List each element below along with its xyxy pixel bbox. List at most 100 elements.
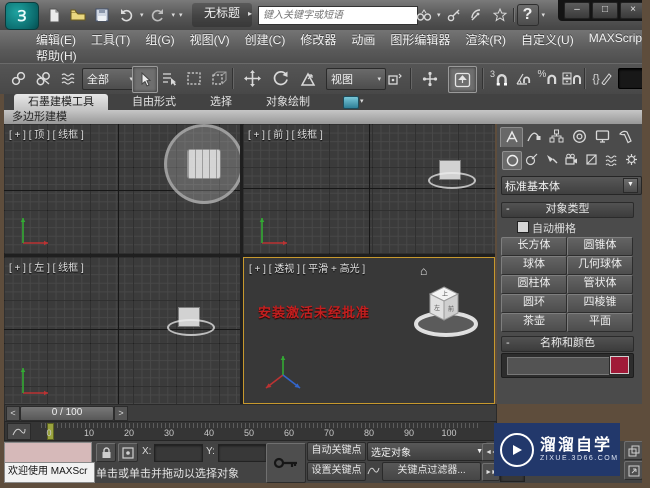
selection-lock-toggle[interactable]	[96, 443, 116, 462]
tube-button[interactable]: 管状体	[567, 275, 633, 294]
viewcube-3d[interactable]: 上 左 前	[422, 284, 466, 328]
open-mini-curve-editor-button[interactable]	[7, 423, 31, 440]
y-coordinate-field[interactable]	[218, 444, 267, 462]
absolute-offset-mode-toggle[interactable]	[118, 443, 138, 462]
menu-create[interactable]: 创建(C)	[245, 31, 286, 48]
maximize-viewport-toggle-button[interactable]	[624, 461, 643, 480]
geosphere-button[interactable]: 几何球体	[567, 256, 633, 275]
app-logo-3dsmax[interactable]: Ɜ	[5, 2, 39, 30]
save-file-button[interactable]	[92, 5, 112, 25]
viewport-front-label[interactable]: [ + ] [ 前 ] [ 线框 ]	[248, 126, 323, 141]
menu-edit[interactable]: 编辑(E)	[36, 31, 76, 48]
key-filters-button[interactable]: 关键点过滤器...	[382, 462, 481, 481]
minimize-button[interactable]: –	[564, 2, 590, 19]
object-type-rollout-header[interactable]: - 对象类型	[501, 202, 634, 218]
viewport-perspective[interactable]: [ + ] [ 透视 ] [ 平滑 + 高光 ] ⌂ 安装激活未经批准 上 左 …	[243, 257, 495, 404]
menu-tools[interactable]: 工具(T)	[91, 31, 130, 48]
help-button[interactable]: ?	[516, 4, 539, 26]
select-and-scale-button[interactable]	[296, 66, 320, 91]
search-binoculars-icon[interactable]	[414, 5, 434, 25]
category-space-warps[interactable]	[602, 151, 620, 168]
viewport-left-label[interactable]: [ + ] [ 左 ] [ 线框 ]	[9, 259, 84, 274]
viewcube-top-view[interactable]	[164, 124, 240, 204]
maxscript-listener-welcome[interactable]: 欢迎使用 MAXScr	[4, 462, 95, 483]
menu-rendering[interactable]: 渲染(R)	[465, 31, 506, 48]
cone-button[interactable]: 圆锥体	[567, 237, 633, 256]
qat-overflow-arrow[interactable]: ▾	[179, 11, 183, 19]
maximize-button[interactable]: □	[592, 2, 618, 19]
key-mode-curve-icon[interactable]	[367, 464, 380, 476]
new-file-button[interactable]	[44, 5, 64, 25]
menu-group[interactable]: 组(G)	[145, 31, 174, 48]
window-crossing-button[interactable]	[207, 66, 231, 91]
next-frame-button[interactable]: >	[114, 406, 128, 421]
autogrid-checkbox[interactable]	[517, 221, 529, 233]
object-color-swatch[interactable]	[610, 356, 629, 374]
set-keys-button[interactable]	[266, 443, 306, 483]
redo-dropdown-arrow[interactable]: ▾	[172, 11, 176, 19]
menu-animation[interactable]: 动画	[351, 31, 375, 48]
cylinder-button[interactable]: 圆柱体	[501, 275, 567, 294]
menu-modifiers[interactable]: 修改器	[300, 31, 336, 48]
track-bar[interactable]: 0 10 20 30 40 50 60 70 80 90 100	[4, 421, 497, 441]
viewcube-face[interactable]	[187, 149, 221, 179]
subscription-key-icon[interactable]	[444, 5, 464, 25]
autogrid-label[interactable]: 自动栅格	[532, 220, 576, 236]
tab-hierarchy[interactable]	[546, 127, 567, 146]
redo-button[interactable]	[148, 5, 168, 25]
select-and-manipulate-button[interactable]	[418, 66, 442, 91]
search-dropdown-arrow[interactable]: ▾	[437, 11, 441, 19]
tab-utilities[interactable]	[615, 127, 636, 146]
tab-motion[interactable]	[569, 127, 590, 146]
box-button[interactable]: 长方体	[501, 237, 567, 256]
bind-to-space-warp-button[interactable]	[56, 66, 80, 91]
help-dropdown-arrow[interactable]: ▾	[542, 11, 546, 19]
use-pivot-center-button[interactable]	[382, 66, 406, 91]
select-and-move-button[interactable]	[240, 66, 264, 91]
plane-button[interactable]: 平面	[567, 313, 633, 332]
name-color-rollout-header[interactable]: - 名称和颜色	[501, 336, 634, 352]
select-object-button[interactable]	[132, 66, 158, 93]
keyboard-shortcut-override-toggle[interactable]	[448, 66, 477, 93]
select-and-rotate-button[interactable]	[268, 66, 292, 91]
ribbon-config-icon[interactable]	[343, 96, 359, 109]
menu-graph-editors[interactable]: 图形编辑器	[390, 31, 450, 48]
selection-filter-dropdown[interactable]: 全部▾	[82, 68, 138, 90]
zoom-region-nav-button[interactable]	[624, 441, 643, 460]
select-and-link-button[interactable]	[6, 66, 30, 91]
ribbon-minimize-arrow[interactable]: ▾	[360, 97, 364, 105]
time-slider-handle[interactable]: 0 / 100	[20, 406, 114, 421]
polygon-modeling-panel-label[interactable]: 多边形建模	[0, 111, 67, 123]
pyramid-button[interactable]: 四棱锥	[567, 294, 633, 313]
primitive-category-dropdown[interactable]: 标准基本体 ▼	[501, 176, 642, 195]
viewport-top-label[interactable]: [ + ] [ 顶 ] [ 线框 ]	[9, 126, 84, 141]
viewcube-home-icon[interactable]: ⌂	[420, 264, 427, 278]
x-coordinate-field[interactable]	[154, 444, 203, 462]
teapot-button[interactable]: 茶壶	[501, 313, 567, 332]
category-geometry[interactable]	[502, 151, 522, 170]
infocenter-search-input[interactable]	[258, 6, 418, 25]
category-helpers[interactable]	[582, 151, 600, 168]
viewport-perspective-label[interactable]: [ + ] [ 透视 ] [ 平滑 + 高光 ]	[249, 260, 365, 275]
menu-maxscript[interactable]: MAXScript(M)	[589, 31, 650, 48]
tab-modify[interactable]	[523, 127, 544, 146]
undo-button[interactable]	[116, 5, 136, 25]
infocenter-expand-arrow[interactable]: ▸	[248, 9, 252, 18]
sphere-button[interactable]: 球体	[501, 256, 567, 275]
open-file-button[interactable]	[68, 5, 88, 25]
undo-dropdown-arrow[interactable]: ▾	[140, 11, 144, 19]
selection-set-dropdown[interactable]: 选定对象 ▼	[367, 442, 487, 461]
category-shapes[interactable]	[522, 151, 540, 168]
rectangular-selection-region-button[interactable]	[182, 66, 206, 91]
edit-named-selection-sets-button[interactable]: {}	[588, 66, 616, 91]
tab-create[interactable]	[500, 127, 523, 147]
menu-help[interactable]: 帮助(H)	[36, 47, 77, 64]
snaps-toggle-button[interactable]: 3	[487, 66, 511, 91]
unlink-selection-button[interactable]	[31, 66, 55, 91]
time-slider-track[interactable]: < 0 / 100 >	[4, 404, 497, 422]
communication-center-icon[interactable]	[467, 5, 487, 25]
viewport-front[interactable]: [ + ] [ 前 ] [ 线框 ]	[243, 124, 495, 254]
auto-key-button[interactable]: 自动关键点	[307, 442, 366, 461]
maxscript-mini-listener[interactable]	[4, 442, 92, 463]
category-systems[interactable]	[622, 151, 640, 168]
